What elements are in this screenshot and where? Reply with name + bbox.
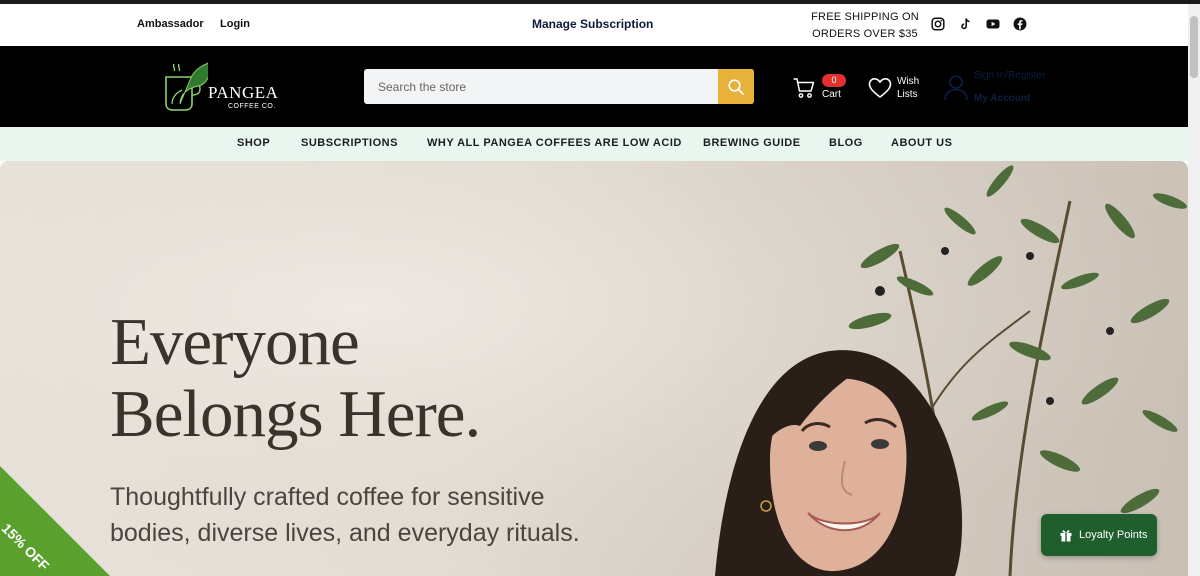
scrollbar-thumb[interactable] [1190,16,1198,78]
hero-title: Everyone Belongs Here. [110,306,670,450]
ambassador-link[interactable]: Ambassador [137,18,204,30]
hero-banner: Everyone Belongs Here. Thoughtfully craf… [0,161,1188,576]
cart-count-badge: 0 [822,74,846,87]
wishlist-link[interactable]: Wish Lists [897,75,919,101]
search-input[interactable] [364,69,718,104]
hero-title-line-2: Belongs Here. [110,377,481,451]
free-shipping-notice: FREE SHIPPING ON ORDERS OVER $35 [806,9,924,43]
shipping-line-1: FREE SHIPPING ON [811,11,919,23]
tiktok-icon[interactable] [959,17,973,31]
nav-item-subscriptions[interactable]: SUBSCRIPTIONS [301,137,398,149]
youtube-icon[interactable] [986,17,1000,31]
nav-item-about-us[interactable]: ABOUT US [891,137,952,149]
discount-corner-badge[interactable] [0,466,110,576]
logo-wordmark: PANGEA [208,83,279,102]
cart-icon[interactable] [792,76,816,100]
manage-subscription-link[interactable]: Manage Subscription [532,17,653,31]
search-bar [364,69,754,104]
loyalty-points-label: Loyalty Points [1079,529,1148,541]
sign-in-register-label: Sign In/Register [974,70,1046,81]
shipping-line-2: ORDERS OVER $35 [812,28,918,40]
main-navigation: SHOP SUBSCRIPTIONS WHY ALL PANGEA COFFEE… [0,127,1188,161]
search-button[interactable] [718,69,754,104]
logo-subtitle: COFFEE CO. [228,103,276,110]
page-scrollbar[interactable] [1188,4,1200,576]
account-link[interactable]: Sign In/Register My Account [974,69,1045,105]
hero-subtitle-line-2: bodies, diverse lives, and everyday ritu… [110,519,580,547]
loyalty-points-button[interactable]: Loyalty Points [1041,514,1157,556]
search-icon [728,78,744,95]
utility-bar: Ambassador Login Manage Subscription FRE… [0,4,1188,46]
heart-icon[interactable] [868,77,892,99]
hero-title-line-1: Everyone [110,305,360,379]
nav-item-brewing-guide[interactable]: BREWING GUIDE [703,137,801,149]
wishlist-line-2: Lists [897,89,918,100]
site-header: PANGEA COFFEE CO. 0 Cart Wish Lists Sign… [0,46,1188,127]
facebook-icon[interactable] [1013,17,1027,31]
nav-item-blog[interactable]: BLOG [829,137,863,149]
instagram-icon[interactable] [931,17,945,31]
wishlist-line-1: Wish [897,76,920,87]
nav-item-low-acid[interactable]: WHY ALL PANGEA COFFEES ARE LOW ACID [427,137,682,149]
login-link[interactable]: Login [220,18,250,30]
coffee-cup-logo-icon [165,62,208,111]
my-account-label: My Account [974,93,1031,104]
nav-item-shop[interactable]: SHOP [237,137,270,149]
pangea-logo[interactable]: PANGEA COFFEE CO. [160,60,290,116]
hero-subtitle: Thoughtfully crafted coffee for sensitiv… [110,479,630,551]
cart-label[interactable]: Cart [822,88,841,101]
hero-subtitle-line-1: Thoughtfully crafted coffee for sensitiv… [110,483,545,511]
gift-icon [1060,530,1072,542]
user-account-icon[interactable] [943,73,969,101]
